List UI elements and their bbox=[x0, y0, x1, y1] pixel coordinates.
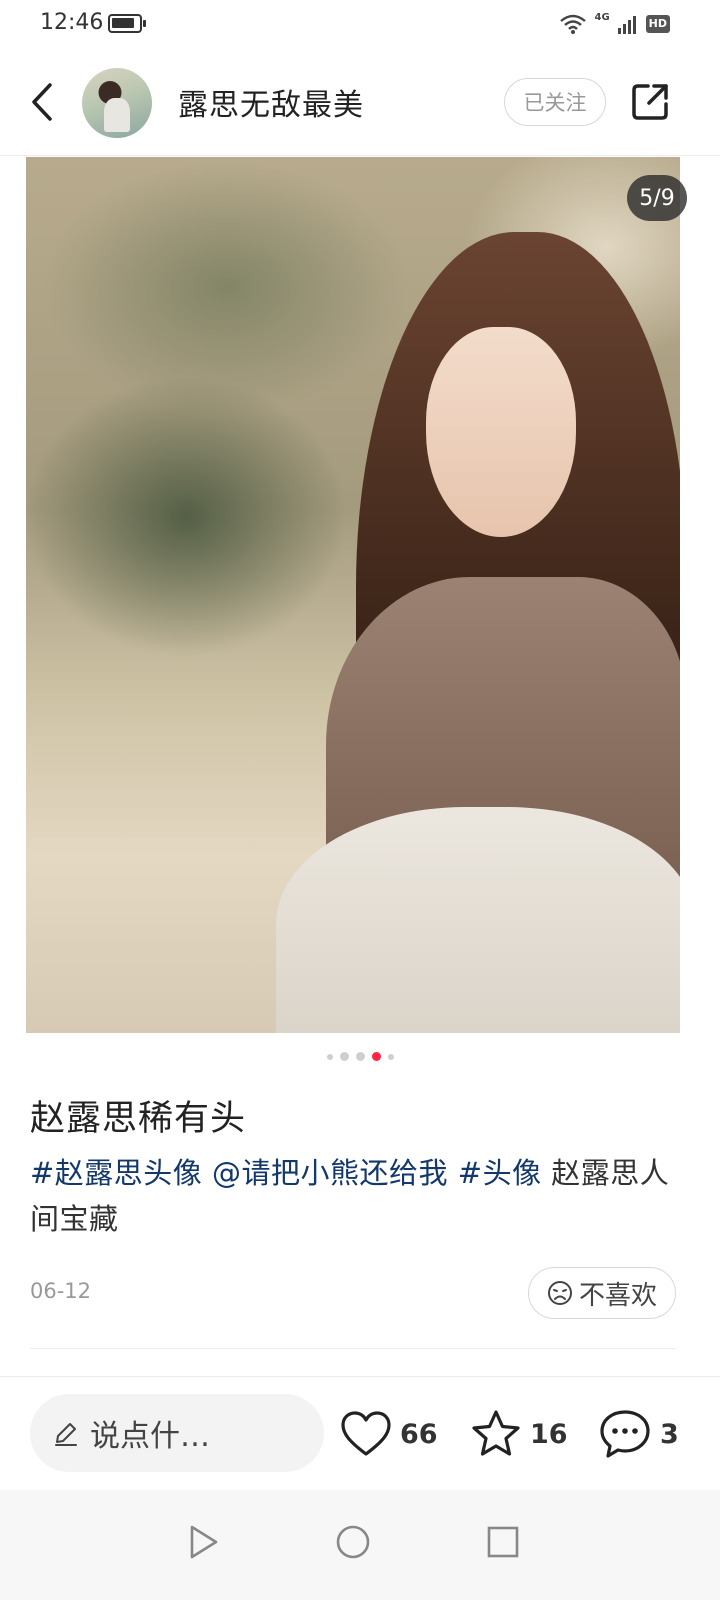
pagination-dot bbox=[326, 1053, 333, 1060]
network-label: 4G bbox=[594, 12, 610, 23]
dislike-label: 不喜欢 bbox=[578, 1280, 657, 1311]
wifi-icon bbox=[560, 14, 587, 34]
image-knees-shape bbox=[276, 807, 680, 1033]
nav-recents-icon bbox=[487, 1526, 519, 1558]
pagination-dot bbox=[355, 1052, 365, 1061]
post-title: 赵露思稀有头 bbox=[30, 1099, 247, 1139]
comment-count: 3 bbox=[660, 1418, 679, 1450]
follow-button[interactable]: 已关注 bbox=[504, 78, 606, 126]
back-button[interactable] bbox=[22, 78, 62, 126]
nav-home-button[interactable] bbox=[323, 1512, 383, 1572]
author-name[interactable]: 露思无敌最美 bbox=[178, 80, 364, 124]
star-icon bbox=[472, 1410, 520, 1456]
like-button[interactable]: 66 bbox=[340, 1403, 438, 1465]
post-image[interactable] bbox=[26, 157, 680, 1033]
dislike-button[interactable]: 不喜欢 bbox=[528, 1267, 676, 1319]
image-face-shape bbox=[426, 327, 576, 537]
comment-placeholder: 说点什… bbox=[90, 1419, 210, 1454]
nav-back-button[interactable] bbox=[174, 1512, 234, 1572]
share-button[interactable] bbox=[626, 78, 674, 126]
dislike-face-icon bbox=[547, 1281, 572, 1305]
action-bar: 说点什… 66 16 3 bbox=[0, 1376, 720, 1488]
battery-icon bbox=[108, 14, 146, 33]
favorite-count: 16 bbox=[530, 1418, 568, 1450]
pagination-dot bbox=[387, 1053, 394, 1060]
pagination-dot bbox=[339, 1052, 349, 1061]
like-count: 66 bbox=[400, 1418, 438, 1450]
hd-badge: HD bbox=[645, 15, 670, 33]
favorite-button[interactable]: 16 bbox=[470, 1403, 568, 1465]
image-page-counter: 5/9 bbox=[627, 175, 687, 221]
mention-link[interactable]: @请把小熊还给我 bbox=[212, 1156, 448, 1190]
status-bar: 12:46 4G HD bbox=[0, 0, 720, 48]
hashtag-link[interactable]: #头像 bbox=[458, 1156, 542, 1190]
nav-recents-button[interactable] bbox=[473, 1512, 533, 1572]
comment-input[interactable]: 说点什… bbox=[30, 1394, 324, 1472]
body-text bbox=[202, 1156, 212, 1190]
comment-button[interactable]: 3 bbox=[598, 1403, 679, 1465]
author-avatar[interactable] bbox=[82, 68, 152, 138]
signal-icon bbox=[617, 16, 636, 34]
pagination-dot-active bbox=[371, 1052, 381, 1061]
status-indicators: 4G HD bbox=[560, 12, 670, 36]
share-icon bbox=[632, 84, 668, 120]
image-pagination bbox=[0, 1052, 720, 1061]
status-time: 12:46 bbox=[40, 10, 104, 35]
nav-home-icon bbox=[336, 1525, 370, 1559]
nav-back-icon bbox=[190, 1525, 218, 1559]
comment-bubble-icon bbox=[600, 1410, 650, 1458]
heart-icon bbox=[341, 1411, 391, 1456]
system-nav-bar bbox=[0, 1490, 720, 1600]
post-date: 06-12 bbox=[30, 1279, 92, 1303]
post-header: 露思无敌最美 已关注 bbox=[0, 48, 720, 156]
body-text bbox=[448, 1156, 458, 1190]
pencil-icon bbox=[55, 1423, 77, 1446]
back-icon bbox=[32, 83, 52, 121]
content-divider bbox=[30, 1348, 676, 1349]
post-body: #赵露思头像 @请把小熊还给我 #头像 赵露思人间宝藏 bbox=[30, 1150, 680, 1242]
hashtag-link[interactable]: #赵露思头像 bbox=[30, 1156, 202, 1190]
